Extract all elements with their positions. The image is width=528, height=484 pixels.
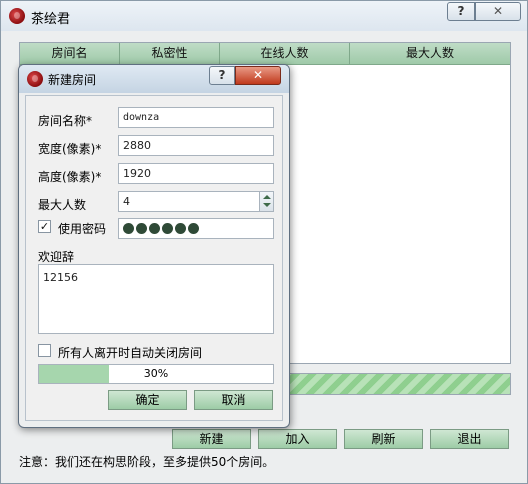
width-input[interactable]: 2880 bbox=[118, 135, 274, 156]
main-titlebar: 茶绘君 ? ✕ bbox=[1, 1, 527, 31]
auto-close-label[interactable]: 所有人离开时自动关闭房间 bbox=[58, 344, 202, 361]
password-dot bbox=[123, 223, 134, 234]
room-name-input[interactable]: downza bbox=[118, 107, 274, 128]
refresh-button[interactable]: 刷新 bbox=[344, 429, 423, 449]
welcome-textarea[interactable]: 12156 bbox=[38, 264, 274, 334]
auto-close-checkbox[interactable] bbox=[38, 344, 51, 357]
spinner-down-icon[interactable] bbox=[263, 203, 271, 207]
password-dot bbox=[136, 223, 147, 234]
password-dot bbox=[188, 223, 199, 234]
password-dot bbox=[149, 223, 160, 234]
cancel-button[interactable]: 取消 bbox=[194, 390, 273, 410]
ok-button[interactable]: 确定 bbox=[108, 390, 187, 410]
close-button[interactable]: ✕ bbox=[475, 2, 521, 21]
max-users-spinner[interactable] bbox=[259, 192, 273, 211]
main-window-title: 茶绘君 bbox=[31, 12, 71, 27]
col-max-users[interactable]: 最大人数 bbox=[350, 43, 510, 64]
width-label: 宽度(像素)* bbox=[38, 142, 102, 156]
exit-button[interactable]: 退出 bbox=[430, 429, 509, 449]
use-password-checkbox[interactable]: ✓ bbox=[38, 220, 51, 233]
max-users-value: 4 bbox=[123, 195, 130, 208]
welcome-label: 欢迎辞 bbox=[38, 250, 75, 264]
table-header: 房间名 私密性 在线人数 最大人数 bbox=[20, 43, 510, 65]
col-room-name[interactable]: 房间名 bbox=[20, 43, 120, 64]
app-icon bbox=[9, 8, 25, 24]
spinner-up-icon[interactable] bbox=[263, 195, 271, 199]
col-privacy[interactable]: 私密性 bbox=[120, 43, 220, 64]
dialog-close-button[interactable]: ✕ bbox=[235, 66, 281, 85]
max-users-label: 最大人数 bbox=[38, 198, 87, 212]
dialog-title: 新建房间 bbox=[48, 73, 97, 87]
password-input[interactable] bbox=[118, 218, 274, 239]
password-dot bbox=[175, 223, 186, 234]
new-room-dialog: 新建房间 ? ✕ 房间名称* downza 宽度(像素)* 2880 高度(像素… bbox=[18, 64, 290, 428]
max-users-spinbox[interactable]: 4 bbox=[118, 191, 274, 212]
new-room-button[interactable]: 新建 bbox=[172, 429, 251, 449]
dialog-progress-bar: 30% bbox=[38, 364, 274, 384]
password-dot bbox=[162, 223, 173, 234]
notice-text: 注意：我们还在构思阶段，至多提供50个房间。 bbox=[19, 455, 275, 469]
join-room-button[interactable]: 加入 bbox=[258, 429, 337, 449]
help-button[interactable]: ? bbox=[447, 2, 475, 21]
password-dots bbox=[123, 223, 199, 234]
height-input[interactable]: 1920 bbox=[118, 163, 274, 184]
room-name-label: 房间名称* bbox=[38, 114, 93, 128]
use-password-label[interactable]: 使用密码 bbox=[58, 220, 106, 237]
dialog-help-button[interactable]: ? bbox=[209, 66, 235, 85]
app-icon bbox=[27, 71, 43, 87]
dialog-body: 房间名称* downza 宽度(像素)* 2880 高度(像素)* 1920 最… bbox=[25, 95, 283, 421]
height-label: 高度(像素)* bbox=[38, 170, 102, 184]
dialog-titlebar[interactable]: 新建房间 ? ✕ bbox=[19, 65, 289, 93]
dialog-progress-text: 30% bbox=[143, 367, 169, 380]
col-online-users[interactable]: 在线人数 bbox=[220, 43, 350, 64]
